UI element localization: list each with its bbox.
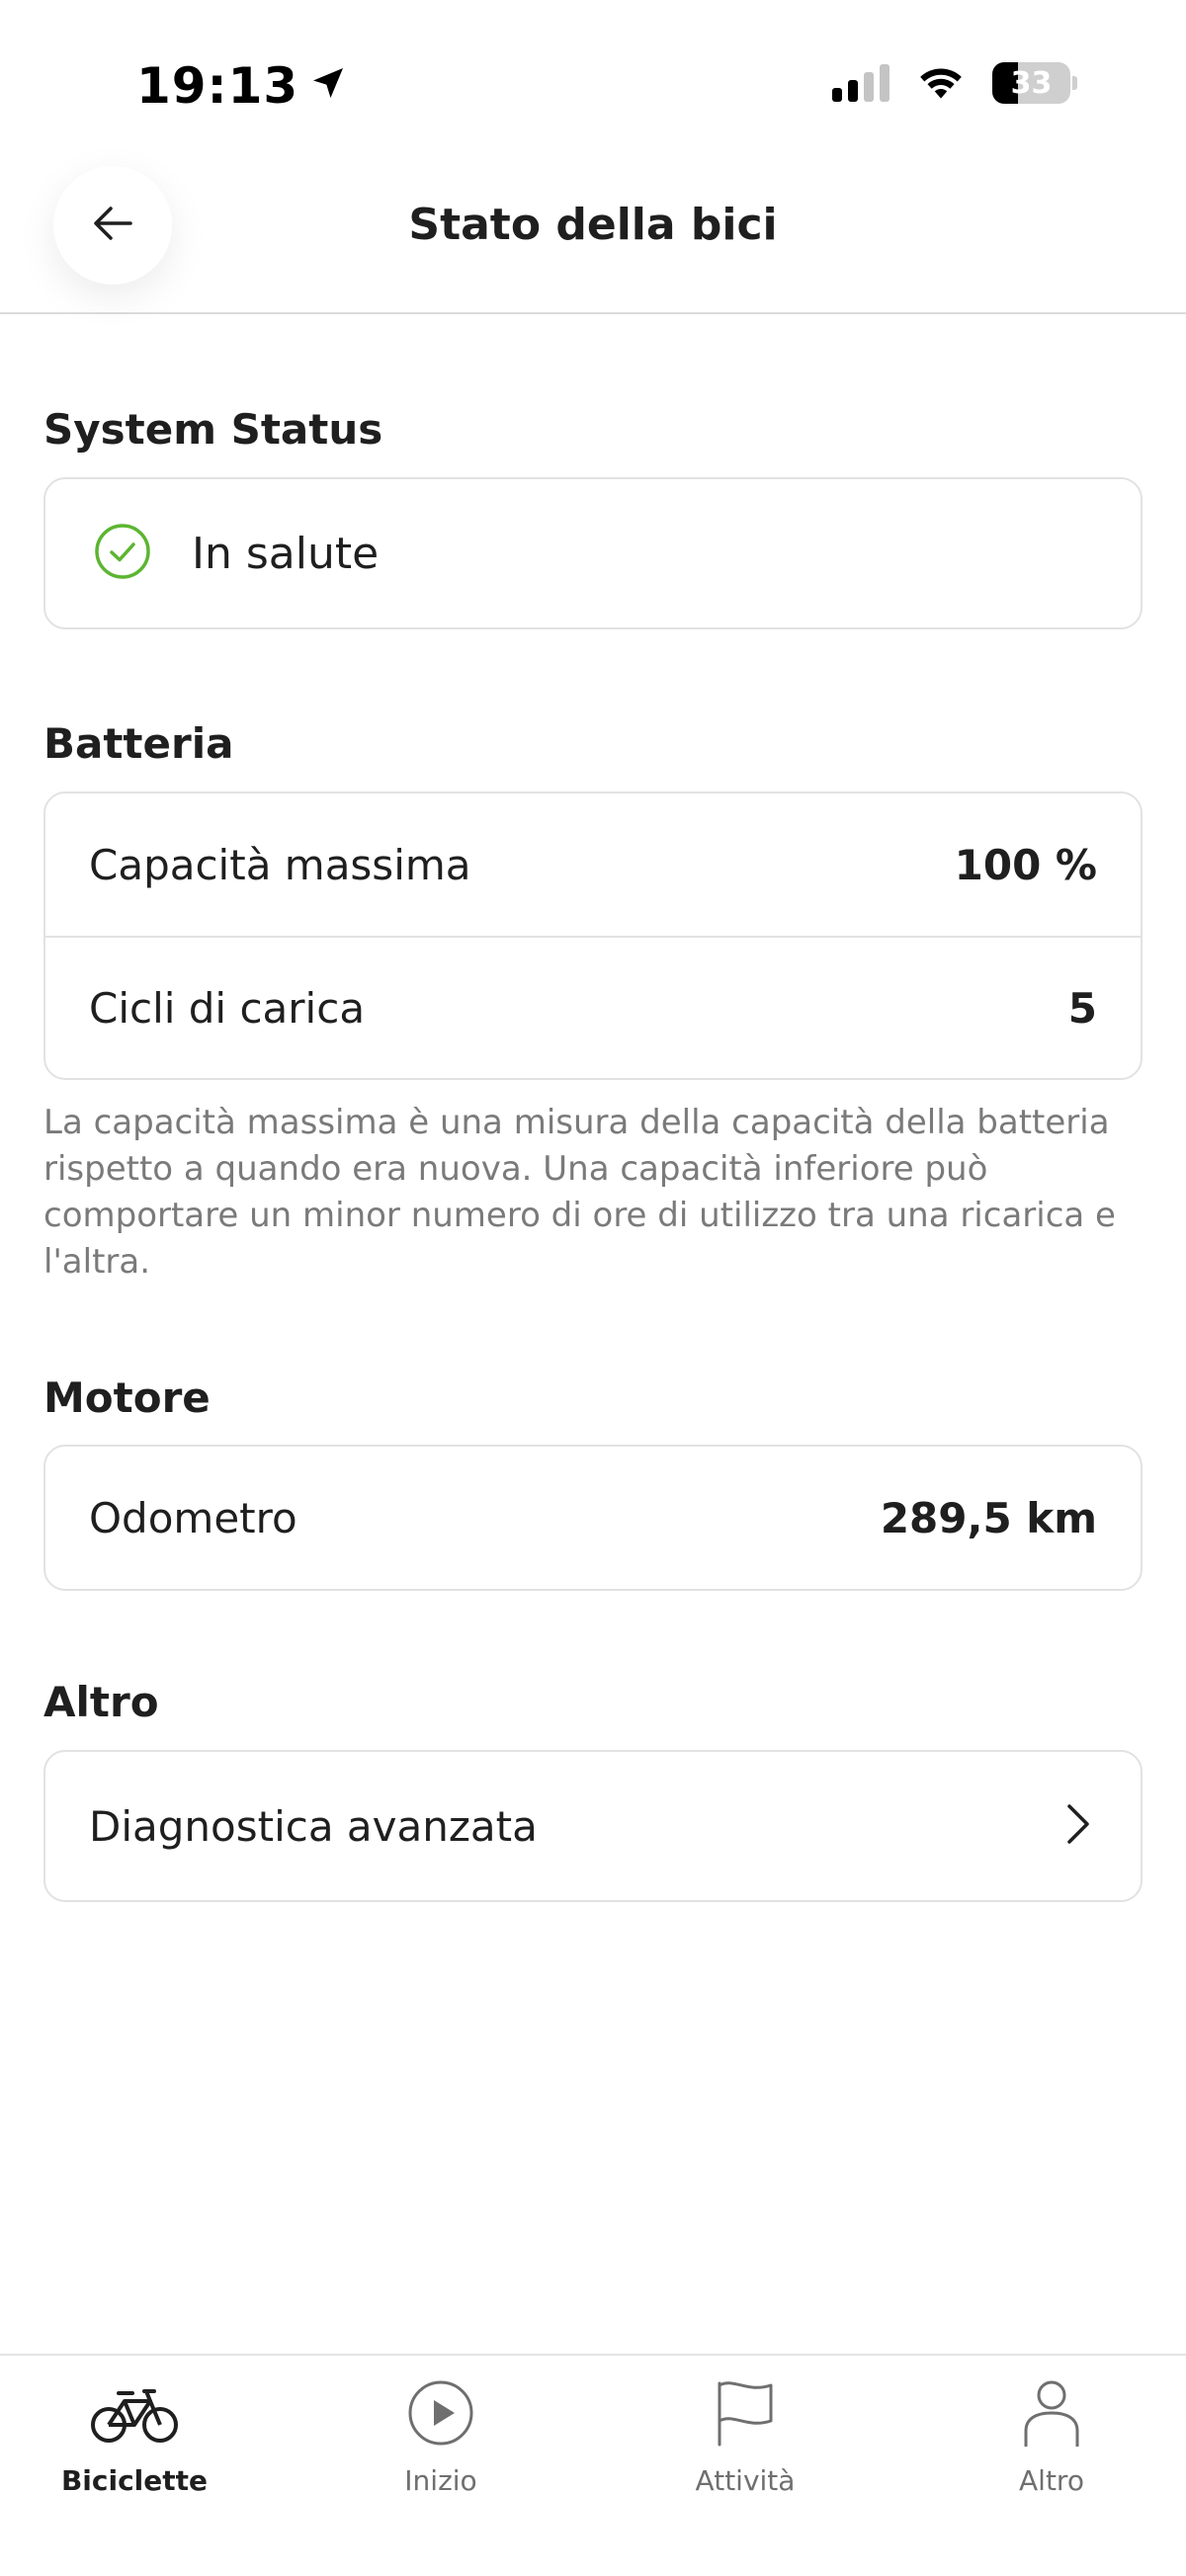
battery-capacity-note: La capacità massima è una misura della c…	[43, 1103, 1116, 1282]
location-arrow-icon	[308, 57, 348, 115]
flag-icon	[708, 2375, 783, 2454]
bicycle-icon	[89, 2375, 180, 2454]
system-status-label: In salute	[192, 528, 380, 579]
max-capacity-label: Capacità massima	[89, 840, 471, 889]
max-capacity-row: Capacità massima 100 %	[45, 793, 1141, 936]
play-icon	[403, 2375, 478, 2454]
nav-label-more: Altro	[1019, 2464, 1084, 2497]
page-header: Stato della bici	[0, 158, 1186, 314]
page-title: Stato della bici	[408, 200, 778, 250]
advanced-diagnostics-label: Diagnostica avanzata	[89, 1801, 538, 1851]
status-time: 19:13	[136, 57, 348, 115]
wifi-icon	[915, 61, 967, 105]
chevron-right-icon	[1058, 1796, 1097, 1856]
battery-heading: Batteria	[43, 719, 234, 768]
battery-card: Capacità massima 100 % Cicli di carica 5	[43, 791, 1143, 1080]
person-icon	[1014, 2375, 1089, 2454]
system-status-row: In salute	[45, 479, 1141, 627]
nav-item-bikes[interactable]: Biciclette	[26, 2375, 243, 2497]
nav-label-home: Inizio	[404, 2464, 477, 2497]
nav-label-bikes: Biciclette	[60, 2464, 209, 2497]
odometer-row: Odometro 289,5 km	[45, 1447, 1141, 1589]
max-capacity-value: 100 %	[954, 840, 1097, 889]
clock-text: 19:13	[136, 57, 299, 115]
nav-item-home[interactable]: Inizio	[332, 2375, 550, 2497]
system-status-heading: System Status	[43, 405, 383, 454]
nav-item-more[interactable]: Altro	[943, 2375, 1160, 2497]
nav-label-activities: Attività	[695, 2464, 796, 2497]
advanced-diagnostics-row[interactable]: Diagnostica avanzata	[45, 1752, 1141, 1900]
charge-cycles-label: Cicli di carica	[89, 983, 366, 1033]
status-indicators: 33	[832, 61, 1077, 105]
odometer-value: 289,5 km	[880, 1493, 1097, 1542]
bottom-nav: Biciclette Inizio Attività Altro	[0, 2354, 1186, 2576]
motor-heading: Motore	[43, 1373, 211, 1422]
motor-card: Odometro 289,5 km	[43, 1445, 1143, 1591]
nav-item-activities[interactable]: Attività	[636, 2375, 854, 2497]
battery-icon: 33	[992, 62, 1077, 104]
charge-cycles-row: Cicli di carica 5	[45, 936, 1141, 1078]
status-bar: 19:13 33	[0, 0, 1186, 168]
other-heading: Altro	[43, 1678, 159, 1726]
cellular-signal-icon	[832, 64, 890, 102]
charge-cycles-value: 5	[1067, 983, 1097, 1033]
odometer-label: Odometro	[89, 1493, 297, 1542]
battery-level-text: 33	[1010, 65, 1053, 101]
other-card: Diagnostica avanzata	[43, 1750, 1143, 1902]
system-status-card: In salute	[43, 477, 1143, 629]
check-circle-icon	[93, 522, 152, 585]
